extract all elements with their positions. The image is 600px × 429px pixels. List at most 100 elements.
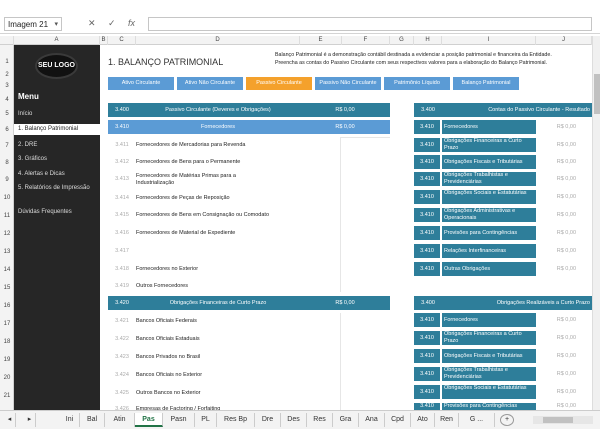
column-header[interactable]: B [100,36,108,45]
tab-passivo-nao-circulante[interactable]: Passivo Não Circulante [315,77,381,90]
result-value: R$ 0,00 [556,142,576,148]
tab-ativo-circulante[interactable]: Ativo Circulante [108,77,174,90]
row-header[interactable]: 21 [0,393,14,399]
account-label[interactable]: Fornecedores no Exterior [136,266,296,273]
result-value: R$ 0,00 [556,124,576,130]
sheet-tab[interactable]: Atin [105,413,135,427]
menu-title: Menu [18,92,39,101]
row-header[interactable]: 20 [0,375,14,381]
row-header[interactable]: 1 [0,59,14,65]
result-code: 3.410 [414,313,440,327]
sheet-tab[interactable]: Ren [435,413,459,427]
sheet-tab[interactable]: Ana [359,413,385,427]
group-total: R$ 0,00 [300,120,390,134]
sidebar-item-alertas[interactable]: 4. Alertas e Dicas [14,169,100,180]
row-header[interactable]: 6 [0,127,14,133]
account-label[interactable]: Bancos Oficiais Estaduais [136,336,296,343]
row-header[interactable]: 7 [0,143,14,149]
sheet-tab[interactable]: Res [307,413,333,427]
sheet-tab[interactable]: Des [281,413,307,427]
scroll-thumb[interactable] [594,74,600,114]
sheet-tab[interactable]: Dre [255,413,281,427]
row-header[interactable]: 2 [0,72,14,78]
row-header[interactable]: 15 [0,285,14,291]
formula-input[interactable] [148,17,592,31]
tab-passivo-circulante[interactable]: Passivo Circulante [246,77,312,90]
account-label[interactable]: Outros Bancos no Exterior [136,390,296,397]
section-code: 3.400 [414,103,442,117]
row-header[interactable]: 19 [0,357,14,363]
row-header[interactable]: 9 [0,177,14,183]
horizontal-scrollbar[interactable] [533,416,593,424]
account-label[interactable]: Bancos Privados no Brasil [136,354,296,361]
tab-patrimonio-liquido[interactable]: Patrimônio Líquido [384,77,450,90]
account-label[interactable]: Outros Fornecedores [136,283,296,290]
account-label[interactable]: Bancos Oficiais Federais [136,318,296,325]
tab-ativo-nao-circulante[interactable]: Ativo Não Circulante [177,77,243,90]
sheet-tab[interactable]: G ... [459,413,495,427]
row-header[interactable]: 8 [0,160,14,166]
result-label: Fornecedores [442,120,536,134]
account-label[interactable]: Fornecedores de Mercadorias para Revenda [136,142,296,149]
sheet-tab[interactable]: Bal [80,413,105,427]
row-header[interactable]: 13 [0,249,14,255]
account-label[interactable]: Bancos Oficiais no Exterior [136,372,296,379]
column-header[interactable]: I [442,36,536,45]
select-all-corner[interactable] [0,36,14,45]
chevron-down-icon[interactable]: ▾ [54,20,58,28]
tab-balanco-patrimonial[interactable]: Balanço Patrimonial [453,77,519,90]
result-label: Outras Obrigações [442,262,536,276]
sheet-tab[interactable]: Pasn [163,413,195,427]
result-code: 3.410 [414,155,440,169]
account-code: 3.415 [115,212,129,218]
row-header[interactable]: 3 [0,83,14,89]
sidebar-item-duvidas[interactable]: Dúvidas Frequentes [14,207,100,218]
scroll-thumb[interactable] [543,417,573,423]
vertical-scrollbar[interactable] [592,36,600,410]
row-header[interactable]: 10 [0,195,14,201]
sheet-tab[interactable]: Ini [60,413,80,427]
cancel-icon[interactable]: ✕ [88,18,96,29]
row-header[interactable]: 11 [0,213,14,219]
fx-icon[interactable]: fx [128,18,135,28]
column-header[interactable]: J [536,36,592,45]
confirm-icon[interactable]: ✓ [108,18,116,29]
sidebar-item-inicio[interactable]: Início [14,109,100,120]
column-header[interactable]: A [14,36,100,45]
account-label[interactable]: Fornecedores de Peças de Reposição [136,195,296,202]
chevron-right-icon[interactable]: ▸ [24,413,36,427]
row-header[interactable]: 4 [0,97,14,103]
sidebar-item-balanco[interactable]: 1. Balanço Patrimonial [14,124,100,135]
sidebar-item-graficos[interactable]: 3. Gráficos [14,154,100,165]
row-header[interactable]: 16 [0,303,14,309]
result-code: 3.410 [414,190,440,204]
add-sheet-button[interactable]: + [500,414,514,426]
column-header[interactable]: C [108,36,136,45]
row-header[interactable]: 17 [0,321,14,327]
column-header[interactable]: H [414,36,442,45]
row-header[interactable]: 12 [0,231,14,237]
account-code: 3.416 [115,230,129,236]
sheet-tab[interactable]: Cpd [385,413,411,427]
row-header[interactable]: 14 [0,267,14,273]
column-header[interactable]: G [390,36,414,45]
page-title: 1. BALANÇO PATRIMONIAL [108,57,224,67]
sheet-tab[interactable]: Res Bp [217,413,255,427]
account-label[interactable]: Fornecedores de Bens em Consignação ou C… [136,212,296,219]
column-header[interactable]: D [136,36,300,45]
account-label[interactable]: Fornecedores de Matérias Primas para a I… [136,173,266,187]
sheet-tab[interactable]: Gra [333,413,359,427]
column-header[interactable]: E [300,36,342,45]
sidebar-item-relatorios[interactable]: 5. Relatórios de Impressão [14,183,100,194]
account-label[interactable]: Fornecedores de Material de Expediente [136,230,296,237]
chevron-left-icon[interactable]: ◂ [4,413,16,427]
sheet-tab[interactable]: PL [195,413,217,427]
name-box[interactable]: Imagem 21 ▾ [4,17,62,31]
sidebar-item-dre[interactable]: 2. DRE [14,140,100,151]
row-header[interactable]: 18 [0,339,14,345]
sheet-tab[interactable]: Ato [411,413,435,427]
account-label[interactable]: Fornecedores de Bens para o Permanente [136,159,296,166]
row-header[interactable]: 5 [0,111,14,117]
sheet-tab-active[interactable]: Pas [135,413,163,427]
column-header[interactable]: F [342,36,390,45]
